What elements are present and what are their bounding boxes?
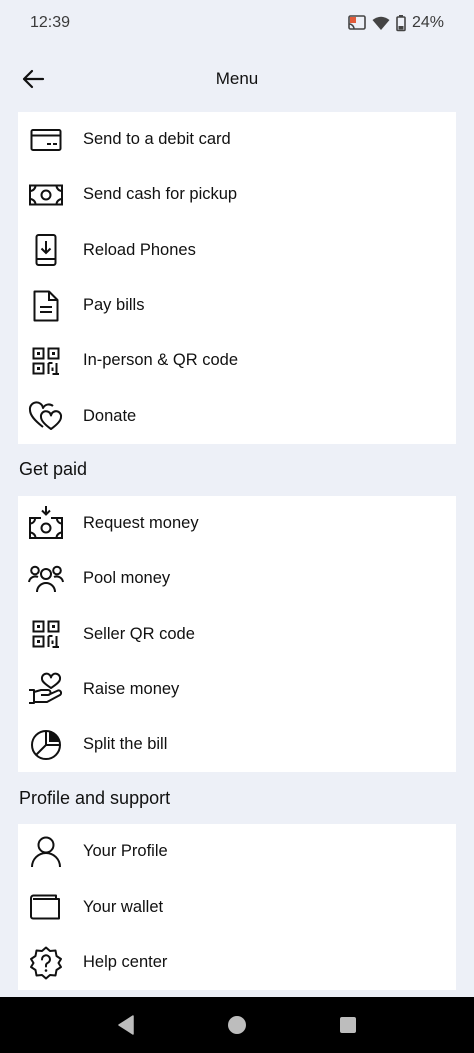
- cash-icon: [28, 177, 64, 213]
- help-badge-icon: [28, 945, 64, 981]
- square-recents-icon: [340, 1017, 357, 1033]
- qr-code-icon: [28, 343, 64, 379]
- menu-item-label: Pool money: [83, 569, 171, 588]
- menu-item-label: Send cash for pickup: [83, 185, 238, 204]
- menu-item-send-debit-card[interactable]: Send to a debit card: [18, 112, 456, 167]
- menu-item-help-center[interactable]: Help center: [18, 935, 456, 990]
- menu-item-send-cash-pickup[interactable]: Send cash for pickup: [18, 167, 456, 222]
- menu-item-label: Reload Phones: [83, 240, 196, 259]
- menu-item-label: Split the bill: [83, 735, 168, 754]
- status-time: 12:39: [30, 14, 71, 31]
- nav-recents-button[interactable]: [328, 1005, 368, 1045]
- menu-item-label: Pay bills: [83, 296, 145, 315]
- menu-item-label: Seller QR code: [83, 624, 195, 643]
- menu-item-your-profile[interactable]: Your Profile: [18, 824, 456, 879]
- get-paid-card: Request money Pool money Seller QR code …: [18, 495, 456, 773]
- menu-item-label: Your Profile: [83, 842, 168, 861]
- battery-percent: 24%: [411, 14, 444, 31]
- nav-back-button[interactable]: [106, 1005, 146, 1045]
- menu-item-request-money[interactable]: Request money: [18, 496, 456, 551]
- page-title: Menu: [215, 69, 259, 88]
- triangle-back-icon: [117, 1015, 134, 1035]
- status-icons: 24%: [348, 14, 444, 32]
- menu-item-label: Send to a debit card: [83, 130, 231, 149]
- menu-item-label: Your wallet: [83, 897, 164, 916]
- menu-item-pay-bills[interactable]: Pay bills: [18, 278, 456, 333]
- back-button[interactable]: [14, 60, 52, 98]
- wallet-icon: [28, 889, 64, 925]
- menu-item-label: In-person & QR code: [83, 351, 238, 370]
- person-icon: [28, 834, 64, 870]
- menu-item-label: Help center: [83, 953, 168, 971]
- cast-icon: [348, 15, 366, 31]
- status-bar: 12:39 24%: [0, 0, 474, 46]
- system-nav-bar: [0, 997, 474, 1053]
- menu-item-label: Donate: [83, 406, 137, 425]
- menu-item-split-bill[interactable]: Split the bill: [18, 717, 456, 772]
- section-title-get-paid: Get paid: [19, 459, 88, 480]
- menu-item-raise-money[interactable]: Raise money: [18, 662, 456, 717]
- pie-chart-icon: [28, 727, 64, 763]
- nav-home-button[interactable]: [217, 1005, 257, 1045]
- qr-code-icon: [28, 616, 64, 652]
- menu-item-donate[interactable]: Donate: [18, 388, 456, 443]
- send-menu-card: Send to a debit card Send cash for picku…: [18, 112, 456, 444]
- circle-home-icon: [227, 1016, 246, 1034]
- debit-card-icon: [28, 122, 64, 158]
- profile-support-card: Your Profile Your wallet Help center: [18, 824, 456, 991]
- menu-item-in-person-qr[interactable]: In-person & QR code: [18, 333, 456, 388]
- request-cash-icon: [28, 505, 64, 541]
- phone-reload-icon: [28, 232, 64, 268]
- wifi-icon: [372, 16, 390, 31]
- hand-heart-icon: [28, 671, 64, 707]
- app-bar: Menu: [0, 46, 474, 112]
- battery-icon: [396, 15, 406, 32]
- menu-item-reload-phones[interactable]: Reload Phones: [18, 223, 456, 278]
- menu-item-your-wallet[interactable]: Your wallet: [18, 880, 456, 935]
- menu-item-label: Raise money: [83, 679, 180, 698]
- menu-item-label: Request money: [83, 513, 199, 532]
- group-people-icon: [28, 561, 64, 597]
- menu-item-seller-qr[interactable]: Seller QR code: [18, 606, 456, 661]
- hearts-icon: [28, 398, 64, 434]
- back-arrow-icon: [22, 69, 45, 89]
- bill-document-icon: [28, 288, 64, 324]
- section-title-profile-support: Profile and support: [19, 787, 171, 808]
- menu-item-pool-money[interactable]: Pool money: [18, 551, 456, 606]
